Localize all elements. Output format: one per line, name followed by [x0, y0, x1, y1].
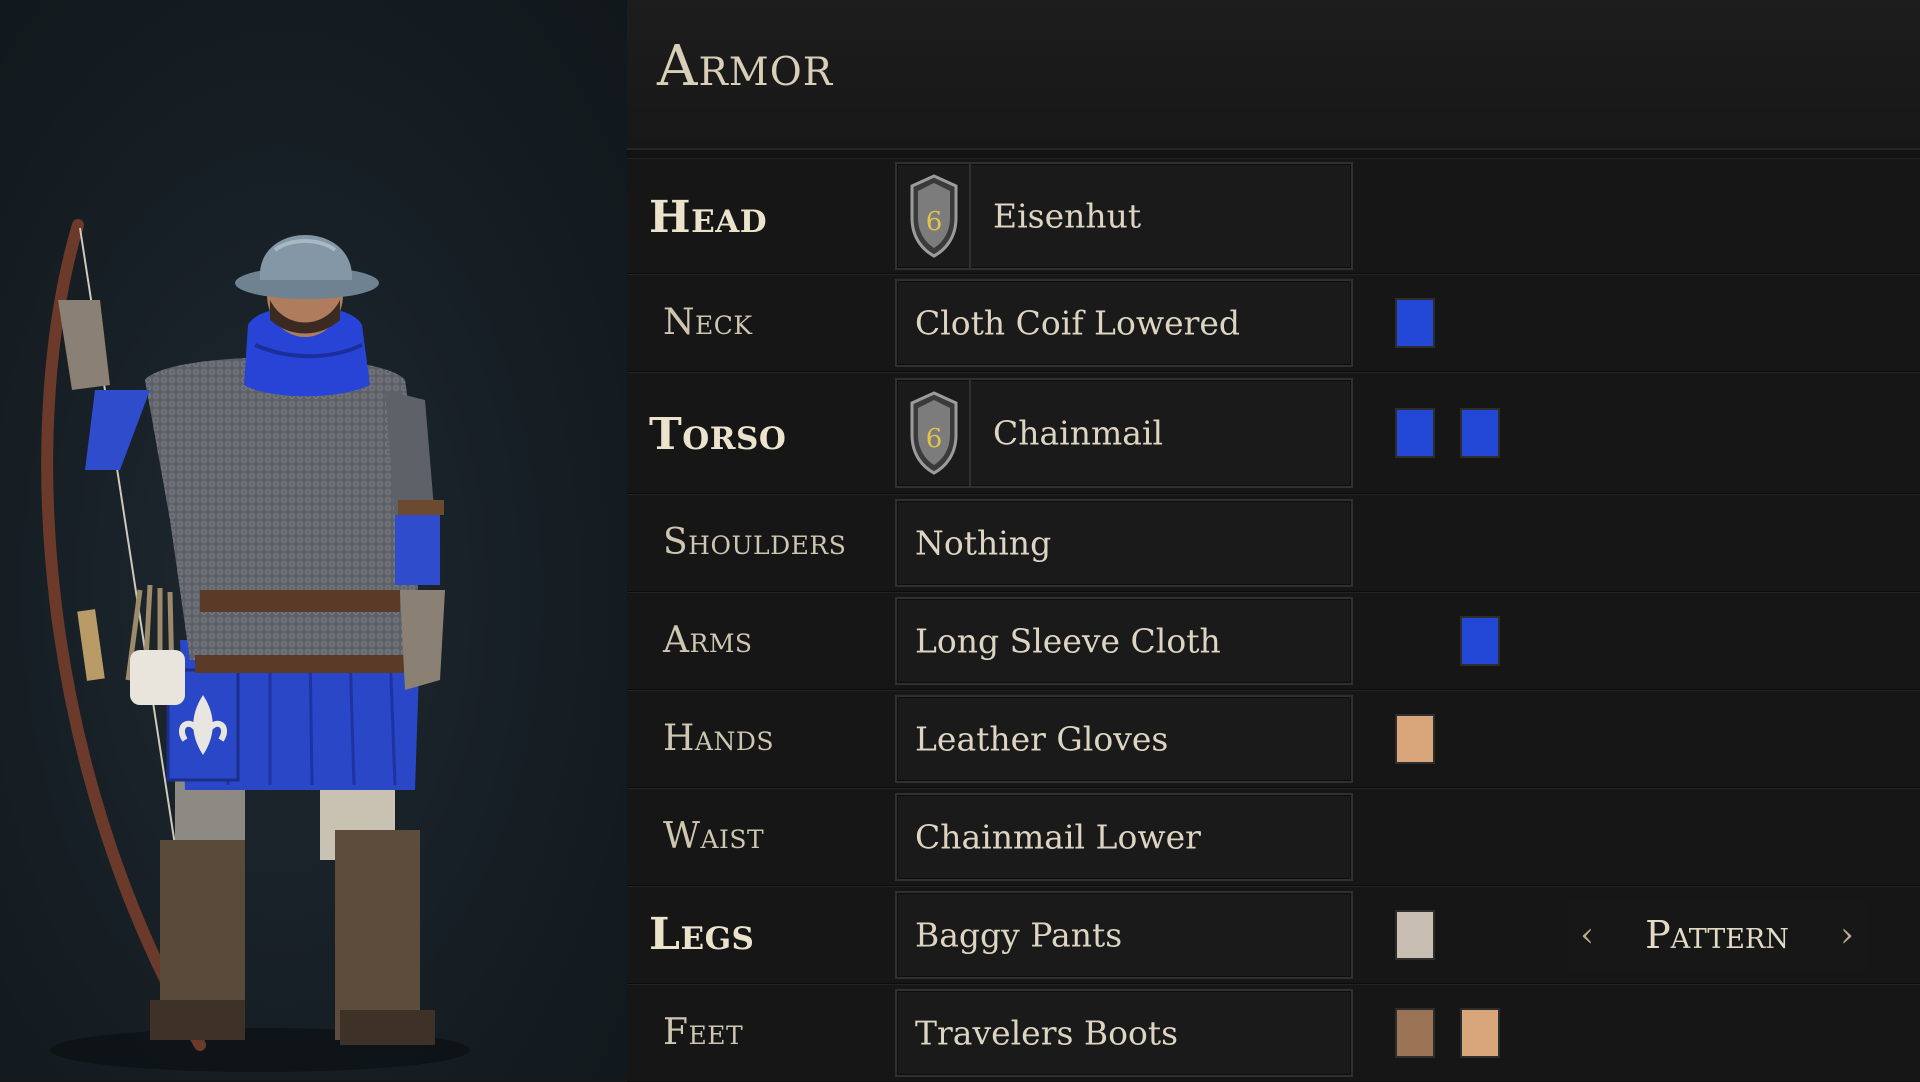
shield-tier-icon: 6 — [910, 174, 958, 258]
color-swatch-primary[interactable] — [1395, 1008, 1435, 1058]
slot-row-waist: Waist Chainmail Lower — [627, 788, 1920, 886]
item-selector-hands[interactable]: Leather Gloves — [895, 695, 1353, 783]
slot-label: Waist — [663, 816, 765, 857]
color-swatch-secondary[interactable] — [1460, 408, 1500, 458]
slot-row-torso: Torso 6 Chainmail — [627, 372, 1920, 494]
pattern-label: Pattern — [1645, 913, 1789, 957]
slot-label: Torso — [649, 409, 787, 460]
item-selector-shoulders[interactable]: Nothing — [895, 499, 1353, 587]
slot-label: Head — [649, 192, 768, 243]
item-selector-neck[interactable]: Cloth Coif Lowered — [895, 279, 1353, 367]
panel-title: Armor — [657, 34, 834, 99]
item-name: Long Sleeve Cloth — [915, 621, 1221, 661]
color-swatch-secondary[interactable] — [1460, 1008, 1500, 1058]
color-swatch-primary[interactable] — [1395, 298, 1435, 348]
slot-row-arms: Arms Long Sleeve Cloth — [627, 592, 1920, 690]
slot-label: Neck — [663, 302, 753, 343]
armor-header: Armor — [627, 0, 1920, 150]
slot-label: Shoulders — [663, 522, 847, 563]
character-preview[interactable] — [0, 0, 627, 1080]
color-swatch-primary[interactable] — [1395, 714, 1435, 764]
item-selector-legs[interactable]: Baggy Pants — [895, 891, 1353, 979]
color-swatch-secondary[interactable] — [1460, 616, 1500, 666]
slot-label: Arms — [663, 620, 753, 661]
item-name: Leather Gloves — [915, 719, 1169, 759]
item-selector-feet[interactable]: Travelers Boots — [895, 989, 1353, 1077]
pattern-selector: ‹ Pattern › — [1567, 900, 1867, 970]
tier-cell: 6 — [897, 164, 971, 268]
item-name: Nothing — [915, 523, 1052, 563]
slot-row-legs: Legs Baggy Pants ‹ Pattern › — [627, 886, 1920, 984]
slot-row-head: Head 6 Eisenhut — [627, 158, 1920, 274]
item-name: Chainmail Lower — [915, 817, 1201, 857]
item-name: Cloth Coif Lowered — [915, 303, 1241, 343]
item-name: Chainmail — [993, 413, 1164, 453]
slot-row-neck: Neck Cloth Coif Lowered — [627, 274, 1920, 372]
slot-label: Feet — [663, 1012, 744, 1053]
tier-number: 6 — [926, 207, 943, 237]
item-selector-torso[interactable]: 6 Chainmail — [895, 378, 1353, 488]
item-name: Travelers Boots — [915, 1013, 1179, 1053]
slot-row-hands: Hands Leather Gloves — [627, 690, 1920, 788]
item-name: Eisenhut — [993, 196, 1142, 236]
archer-character-model — [41, 219, 470, 1072]
tier-cell: 6 — [897, 380, 971, 486]
slot-label: Legs — [649, 909, 755, 960]
item-name: Baggy Pants — [915, 915, 1123, 955]
slot-row-feet: Feet Travelers Boots — [627, 984, 1920, 1082]
tier-number: 6 — [926, 424, 943, 454]
item-selector-head[interactable]: 6 Eisenhut — [895, 162, 1353, 270]
slot-row-shoulders: Shoulders Nothing — [627, 494, 1920, 592]
chevron-right-icon[interactable]: › — [1827, 910, 1867, 960]
item-selector-waist[interactable]: Chainmail Lower — [895, 793, 1353, 881]
item-selector-arms[interactable]: Long Sleeve Cloth — [895, 597, 1353, 685]
color-swatch-primary[interactable] — [1395, 408, 1435, 458]
armor-panel: Armor Head 6 Eisenhut Neck Cloth Coif Lo… — [627, 0, 1920, 1082]
slot-label: Hands — [663, 718, 774, 759]
color-swatch-primary[interactable] — [1395, 910, 1435, 960]
shield-tier-icon: 6 — [910, 391, 958, 475]
